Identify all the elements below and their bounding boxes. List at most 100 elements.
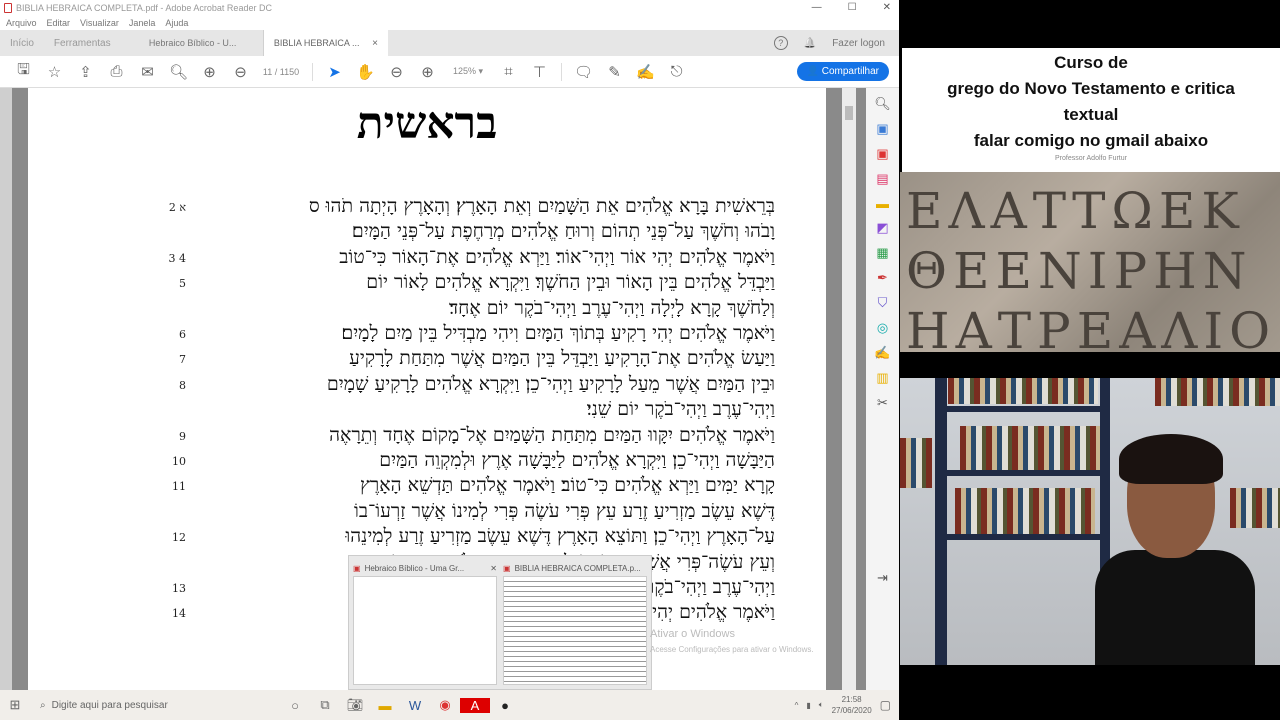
tab-doc-biblia[interactable]: BIBLIA HEBRAICA ... × (263, 30, 388, 56)
verse-line: וַיְהִי־עֶרֶב וַיְהִי־בֹקֶר יוֹם שֵׁנִי׃ (586, 398, 775, 421)
upload-cloud-icon[interactable]: ⇪ (70, 63, 101, 81)
page-current[interactable]: 11 (263, 67, 272, 77)
tab-tools[interactable]: Ferramentas (44, 30, 139, 56)
books (1230, 488, 1280, 528)
menu-janela[interactable]: Janela (129, 18, 156, 28)
obs-icon[interactable]: ● (490, 698, 520, 713)
combine-icon[interactable]: ◩ (873, 220, 893, 236)
left-panel-toggle[interactable] (0, 88, 12, 690)
minimize-button[interactable]: — (812, 2, 822, 13)
task-view-icon[interactable]: ⧉ (310, 697, 340, 713)
tray-arrow-icon[interactable]: ^ (795, 701, 799, 710)
organize-icon[interactable]: ▦ (873, 245, 893, 261)
chrome-icon[interactable]: ◉ (430, 697, 460, 713)
network-icon[interactable]: ▮ (806, 701, 810, 710)
course-banner: Curso de grego do Novo Testamento e crit… (902, 48, 1280, 172)
zoom-select[interactable]: 125% ▾ (443, 66, 493, 77)
acrobat-icon[interactable]: A (460, 697, 490, 713)
search-zoom-icon[interactable]: 🔍︎ (163, 63, 194, 81)
verse-number: 7 (179, 353, 186, 367)
verse-line: וְלַחֹשֶׁךְ קָרָא לָיְלָה וַיְהִי־עֶרֶב … (448, 296, 775, 319)
optimize-icon[interactable]: ◎ (873, 320, 893, 336)
volume-icon[interactable]: 🔈︎ (819, 700, 824, 710)
menu-editar[interactable]: Editar (47, 18, 71, 28)
banner-line: textual (1063, 105, 1119, 124)
print-icon[interactable]: ⎙ (101, 63, 132, 80)
protect-icon[interactable]: ⛉ (873, 295, 893, 311)
menu-ajuda[interactable]: Ajuda (165, 18, 188, 28)
email-icon[interactable]: ✉ (132, 63, 163, 81)
star-icon[interactable]: ☆ (39, 63, 70, 81)
books (960, 426, 1100, 470)
taskbar-preview: ▣ Hebraico Bíblico - Uma Gr... ✕ ▣ BIBLIA H… (348, 555, 652, 690)
sign-icon[interactable]: ✍ (630, 63, 661, 81)
fill-sign-icon[interactable]: ✒ (873, 270, 893, 286)
greek-inscription-image: ΕΛΑΤΤΩΕΚ ΘΕΕΝΙΡΗΝ ΗΑΤΡΕΑΛΙΟ (900, 172, 1280, 352)
save-icon[interactable]: 🖫 (8, 59, 39, 84)
inscription-line: ΕΛΑΤΤΩΕΚ (906, 182, 1245, 240)
hand-tool-icon[interactable]: ✋ (350, 63, 381, 81)
zoom-in-icon[interactable]: ⊕ (412, 63, 443, 81)
search-icon[interactable]: 🔍︎ (873, 96, 893, 112)
windows-taskbar: ⊞ ⌕ Digite aqui para pesquisar ○ ⧉ 📷︎ ▬ W… (0, 690, 899, 720)
scroll-thumb[interactable] (845, 106, 853, 120)
edit-pdf-icon[interactable]: ▤ (873, 171, 893, 187)
preview-hebraico[interactable]: ▣ Hebraico Bíblico - Uma Gr... ✕ (353, 560, 497, 685)
verse-line: דֶּשֶׁא עֵשֶׂב מַזְרִיעַ זֶרַע עֵץ פְּרִ… (354, 499, 775, 522)
preview-close-icon[interactable]: ✕ (490, 564, 497, 573)
close-button[interactable]: ✕ (883, 2, 891, 13)
more-tools-icon[interactable]: ✂ (873, 395, 893, 411)
expand-panel-icon[interactable]: ⇥ (873, 570, 893, 586)
books (1155, 378, 1280, 406)
verse-line: וַיֹּאמֶר אֱלֹהִים יְהִי רָקִיעַ בְּתוֹך… (341, 322, 775, 344)
video-overlay: Curso de grego do Novo Testamento e crit… (900, 0, 1280, 720)
login-link[interactable]: Fazer logon (832, 38, 885, 49)
page-up-icon[interactable]: ⊕ (194, 63, 225, 81)
notification-bell-icon[interactable]: 🔔 (804, 38, 816, 49)
word-icon[interactable]: W (400, 698, 430, 713)
zoom-out-icon[interactable]: ⊖ (381, 63, 412, 81)
preview-thumbnail (503, 576, 647, 685)
crop-icon[interactable]: ⌗ (493, 63, 524, 80)
verse-line: הַיַּבָּשָׁה וַיְהִי־כֵן׃ וַיִּקְרָא אֱל… (379, 449, 775, 471)
notifications-icon[interactable]: ▢ (880, 698, 891, 712)
verse-number: 8 (179, 378, 186, 392)
pen-icon[interactable]: ✎ (599, 63, 630, 81)
vertical-scrollbar[interactable] (842, 88, 856, 690)
comment-icon[interactable]: 🗨︎ (568, 63, 599, 81)
search-placeholder: Digite aqui para pesquisar (51, 699, 168, 711)
export-pdf-icon[interactable]: ▣ (873, 121, 893, 137)
tab-home[interactable]: Início (0, 30, 44, 56)
page-down-icon[interactable]: ⊖ (225, 63, 256, 81)
maximize-button[interactable]: ☐ (848, 2, 857, 13)
help-icon[interactable]: ? (773, 36, 788, 50)
page-indicator[interactable]: 11 / 1150 (256, 67, 306, 77)
scan-icon[interactable]: ▥ (873, 370, 893, 386)
webcam-feed (900, 378, 1280, 665)
share-link-icon[interactable]: ⎋ (661, 63, 692, 80)
send-sign-icon[interactable]: ✍ (873, 345, 893, 361)
inscription-line: ΗΑΤΡΕΑΛΙΟ (906, 302, 1277, 352)
clock-time: 21:58 (841, 695, 862, 704)
stamp-icon[interactable]: ⊤ (524, 63, 555, 81)
taskbar-search[interactable]: ⌕ Digite aqui para pesquisar (30, 700, 280, 711)
camera-app-icon[interactable]: 📷︎ (340, 697, 370, 713)
create-pdf-icon[interactable]: ▣ (873, 146, 893, 162)
windows-start-icon[interactable]: ⊞ (0, 697, 30, 713)
books (900, 438, 932, 488)
clock[interactable]: 21:58 27/06/2020 (832, 694, 872, 716)
file-explorer-icon[interactable]: ▬ (370, 698, 400, 713)
cortana-icon[interactable]: ○ (280, 698, 310, 713)
tab-close-icon[interactable]: × (372, 38, 378, 49)
verse-line: עַל־הָאָרֶץ וַיְהִי־כֵן׃ וַתּוֹצֵא הָאָר… (345, 525, 775, 548)
verse-number: 14 (172, 607, 186, 621)
share-button[interactable]: 👤 Compartilhar (796, 62, 889, 81)
select-cursor-icon[interactable]: ➤ (319, 63, 350, 81)
preview-biblia[interactable]: ▣ BIBLIA HEBRAICA COMPLETA.p... (503, 560, 647, 685)
preview-thumbnail (353, 576, 497, 685)
inscription-line: ΘΕΕΝΙΡΗΝ (906, 242, 1253, 300)
menu-arquivo[interactable]: Arquivo (6, 18, 37, 28)
menu-visualizar[interactable]: Visualizar (80, 18, 119, 28)
comment-tool-icon[interactable]: ▬ (873, 196, 893, 211)
tab-doc-hebraico[interactable]: Hebraico Bíblico - U... (139, 30, 264, 56)
